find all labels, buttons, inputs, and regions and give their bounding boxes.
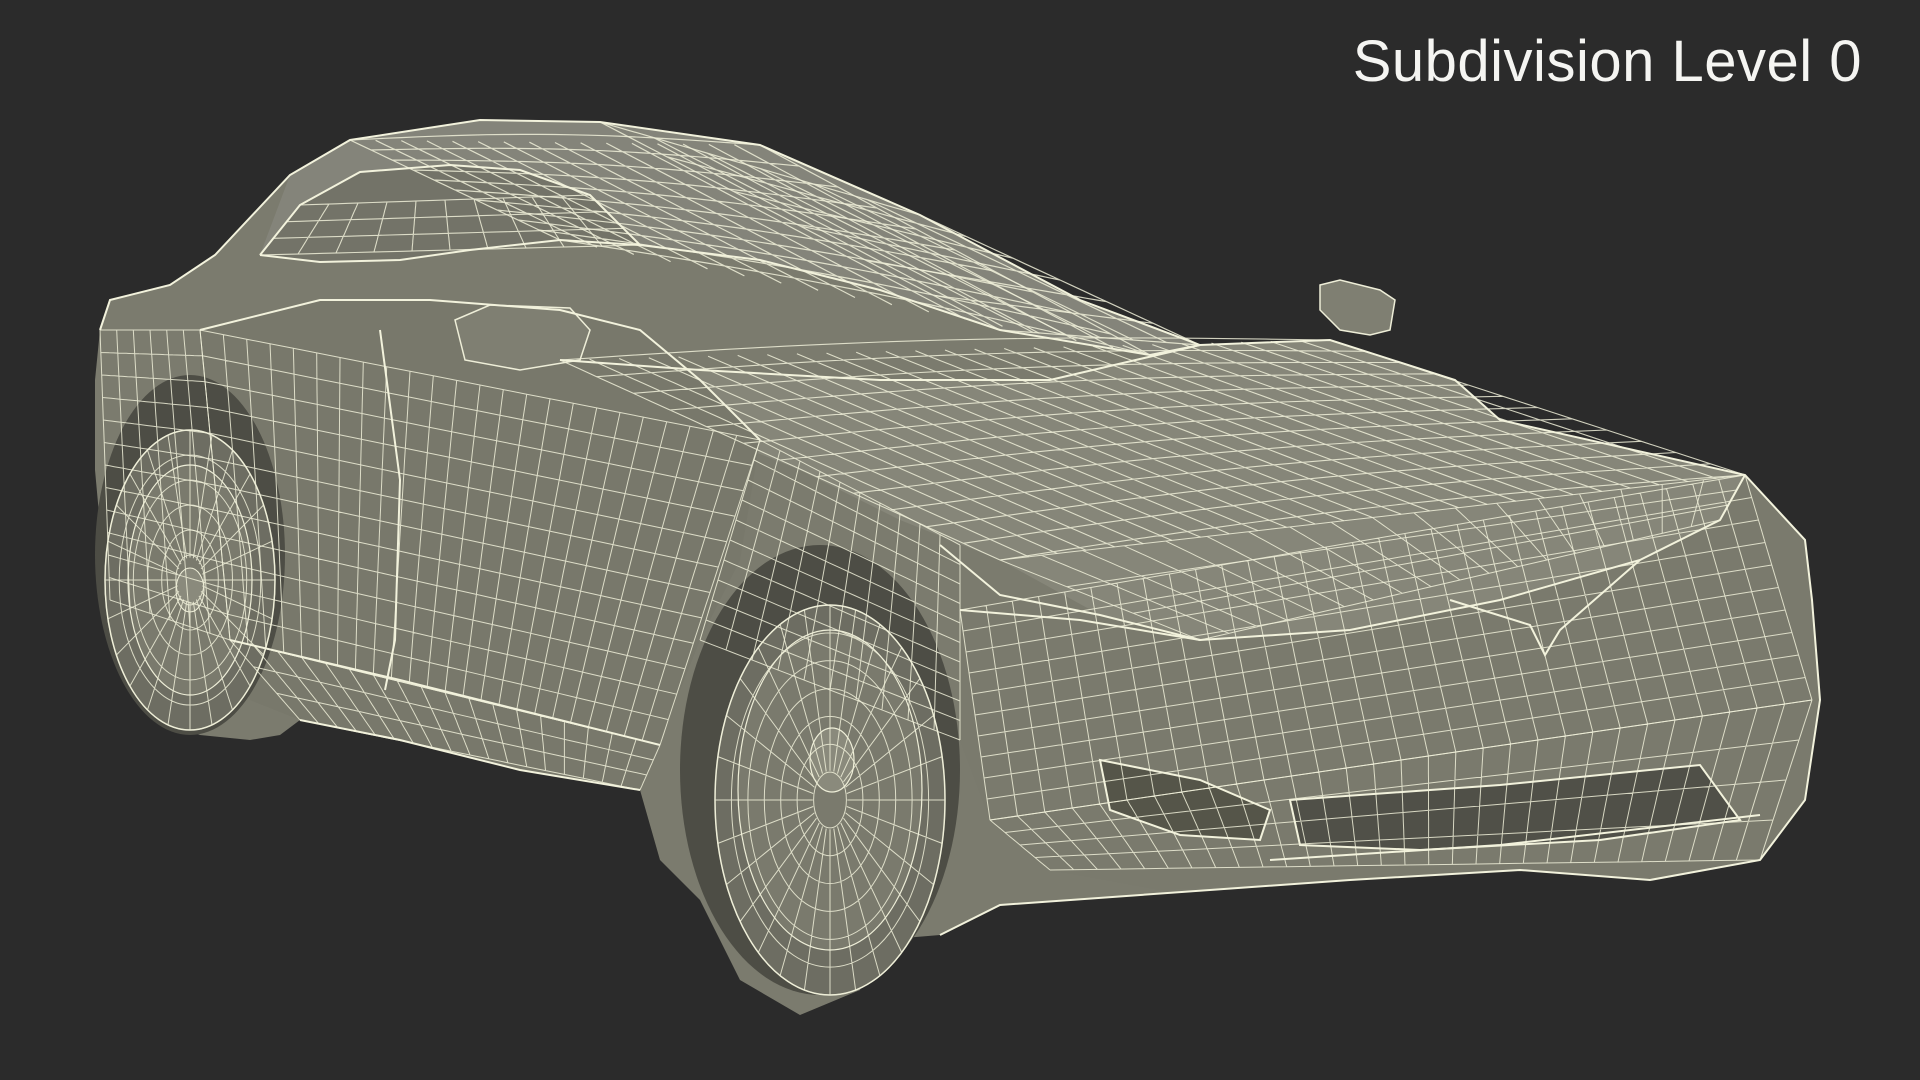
wireframe-car-render: [95, 118, 1822, 1015]
right-side-mirror: [1319, 279, 1396, 336]
subdivision-level-label: Subdivision Level 0: [1352, 29, 1862, 94]
viewport: Subdivision Level 0: [0, 0, 1920, 1080]
